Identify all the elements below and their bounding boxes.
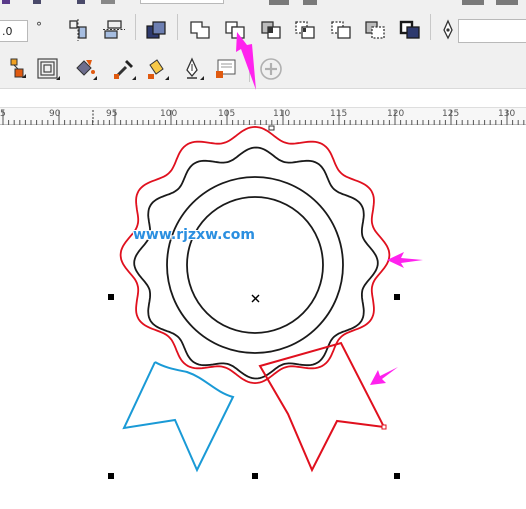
selection-handle[interactable] xyxy=(394,473,400,479)
ribbon-right-red[interactable] xyxy=(258,341,386,473)
node-handle[interactable] xyxy=(381,424,387,430)
badge-outer-circle[interactable] xyxy=(166,176,344,354)
badge-outer-red-outline[interactable] xyxy=(119,125,391,385)
selection-handle[interactable] xyxy=(252,473,258,479)
selection-handle[interactable] xyxy=(108,473,114,479)
annotation-arrow xyxy=(236,32,256,90)
selection-handle[interactable] xyxy=(394,294,400,300)
ribbon-left-blue[interactable] xyxy=(122,361,235,473)
node-handle[interactable] xyxy=(268,125,275,131)
annotation-arrow xyxy=(387,252,423,268)
selection-handle[interactable] xyxy=(108,294,114,300)
annotation-arrow xyxy=(370,367,398,385)
drawing-layer xyxy=(119,32,423,473)
watermark-text: www.rjzxw.com xyxy=(133,227,255,243)
badge-inner-circle[interactable] xyxy=(186,196,324,334)
